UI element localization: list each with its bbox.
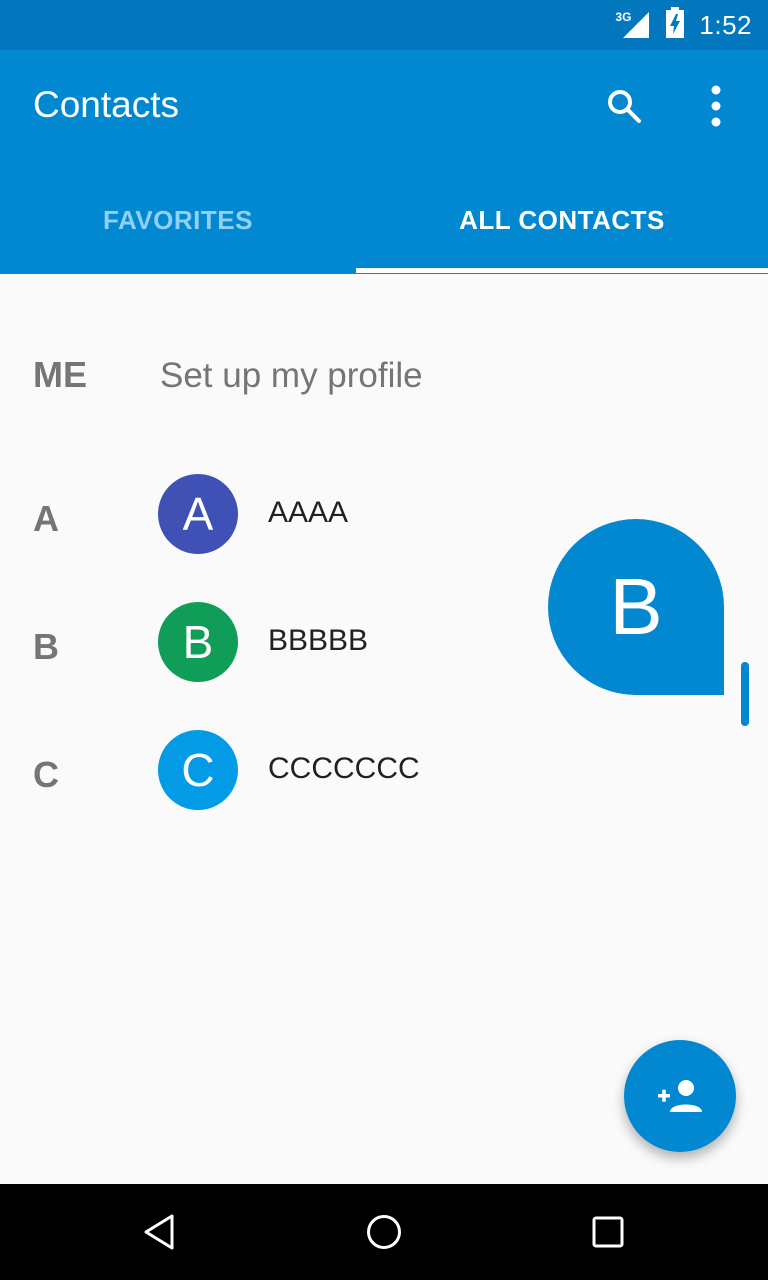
more-options-button[interactable] — [692, 82, 740, 130]
contact-name: BBBBB — [268, 624, 369, 657]
status-bar: 3G 1:52 — [0, 0, 768, 50]
add-contact-button[interactable] — [624, 1040, 736, 1152]
home-button[interactable] — [360, 1208, 408, 1256]
section-letter: C — [33, 754, 59, 795]
setup-profile-text: Set up my profile — [160, 356, 423, 395]
app-title: Contacts — [33, 84, 180, 125]
search-button[interactable] — [600, 82, 648, 130]
avatar: C — [158, 730, 238, 810]
back-icon — [144, 1214, 174, 1250]
me-label: ME — [33, 354, 87, 395]
add-person-icon — [658, 1080, 702, 1112]
home-icon — [367, 1215, 401, 1249]
signal-icon: 3G — [615, 10, 651, 40]
contact-row-c[interactable]: C C CCCCCCC — [0, 730, 768, 830]
section-letter: A — [33, 498, 59, 539]
my-profile-row[interactable]: ME Set up my profile — [0, 334, 768, 414]
more-vert-icon — [711, 85, 721, 127]
tab-favorites[interactable]: FAVORITES — [0, 170, 356, 270]
fast-scroll-thumb[interactable] — [741, 662, 749, 726]
avatar: B — [158, 602, 238, 682]
contact-name: CCCCCCC — [268, 752, 420, 785]
battery-icon — [665, 6, 685, 44]
tab-all-contacts[interactable]: ALL CONTACTS — [356, 170, 768, 270]
tab-bar: FAVORITES ALL CONTACTS — [0, 170, 768, 274]
section-letter: B — [33, 626, 59, 667]
contact-name: AAAA — [268, 496, 349, 529]
app-bar: Contacts FAVORITES ALL CONTACTS — [0, 50, 768, 274]
back-button[interactable] — [136, 1208, 184, 1256]
search-icon — [608, 90, 641, 123]
avatar: A — [158, 474, 238, 554]
recents-icon — [592, 1216, 624, 1248]
tab-indicator — [356, 268, 768, 273]
fast-scroll-letter-bubble: B — [548, 519, 724, 695]
status-time: 1:52 — [699, 9, 752, 40]
status-icons: 3G 1:52 — [615, 0, 752, 50]
recents-button[interactable] — [584, 1208, 632, 1256]
navigation-bar — [0, 1184, 768, 1280]
